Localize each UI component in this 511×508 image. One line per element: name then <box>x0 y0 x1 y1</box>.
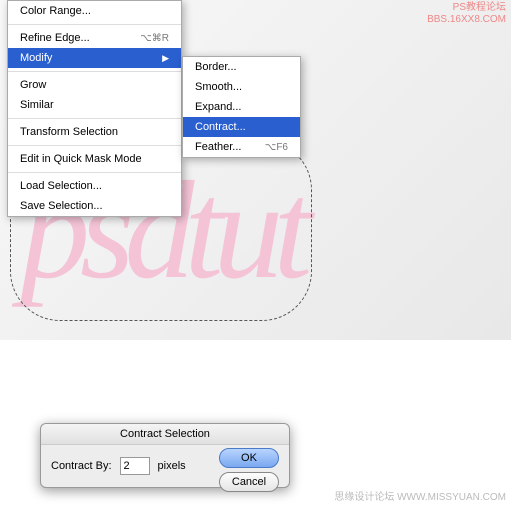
menu-item-label: Contract... <box>195 121 246 133</box>
menu-item-label: Save Selection... <box>20 200 103 212</box>
menu-item-edit-in-quick-mask-mode[interactable]: Edit in Quick Mask Mode <box>8 149 181 169</box>
menu-item-transform-selection[interactable]: Transform Selection <box>8 122 181 142</box>
menu-separator <box>8 118 181 119</box>
submenu-item-expand[interactable]: Expand... <box>183 97 300 117</box>
unit-label: pixels <box>158 460 186 472</box>
ok-button[interactable]: OK <box>219 448 279 468</box>
submenu-item-smooth[interactable]: Smooth... <box>183 77 300 97</box>
menu-item-label: Transform Selection <box>20 126 118 138</box>
menu-shortcut: ⌥F6 <box>265 142 288 153</box>
menu-item-grow[interactable]: Grow <box>8 75 181 95</box>
menu-item-refine-edge[interactable]: Refine Edge... ⌥⌘R <box>8 28 181 48</box>
menu-separator <box>8 172 181 173</box>
contract-dialog: Contract Selection Contract By: pixels O… <box>40 423 290 488</box>
watermark-bottom: 思缘设计论坛 WWW.MISSYUAN.COM <box>334 488 506 503</box>
menu-separator <box>8 71 181 72</box>
field-label: Contract By: <box>51 460 112 472</box>
menu-item-save-selection[interactable]: Save Selection... <box>8 196 181 216</box>
modify-submenu: Border... Smooth... Expand... Contract... Fe… <box>182 56 301 158</box>
menu-item-color-range[interactable]: Color Range... <box>8 1 181 21</box>
submenu-item-contract[interactable]: Contract... <box>183 117 300 137</box>
menu-item-load-selection[interactable]: Load Selection... <box>8 176 181 196</box>
submenu-arrow-icon: ▶ <box>162 53 169 64</box>
menu-separator <box>8 145 181 146</box>
menu-item-similar[interactable]: Similar <box>8 95 181 115</box>
menu-item-modify[interactable]: Modify ▶ <box>8 48 181 68</box>
menu-item-label: Expand... <box>195 101 241 113</box>
menu-item-label: Refine Edge... <box>20 32 90 44</box>
menu-item-label: Grow <box>20 79 46 91</box>
menu-item-label: Load Selection... <box>20 180 102 192</box>
dialog-title: Contract Selection <box>41 424 289 445</box>
menu-item-label: Edit in Quick Mask Mode <box>20 153 142 165</box>
contract-by-input[interactable] <box>120 457 150 475</box>
menu-item-label: Similar <box>20 99 54 111</box>
submenu-item-border[interactable]: Border... <box>183 57 300 77</box>
watermark-top: PS教程论坛 BBS.16XX8.COM <box>427 2 506 26</box>
cancel-button[interactable]: Cancel <box>219 472 279 492</box>
menu-item-label: Modify <box>20 52 52 64</box>
select-menu: Color Range... Refine Edge... ⌥⌘R Modify ▶ Gr… <box>7 0 182 217</box>
menu-item-label: Smooth... <box>195 81 242 93</box>
menu-item-label: Feather... <box>195 141 241 153</box>
menu-shortcut: ⌥⌘R <box>140 33 169 44</box>
menu-item-label: Color Range... <box>20 5 91 17</box>
submenu-item-feather[interactable]: Feather... ⌥F6 <box>183 137 300 157</box>
menu-item-label: Border... <box>195 61 237 73</box>
menu-separator <box>8 24 181 25</box>
